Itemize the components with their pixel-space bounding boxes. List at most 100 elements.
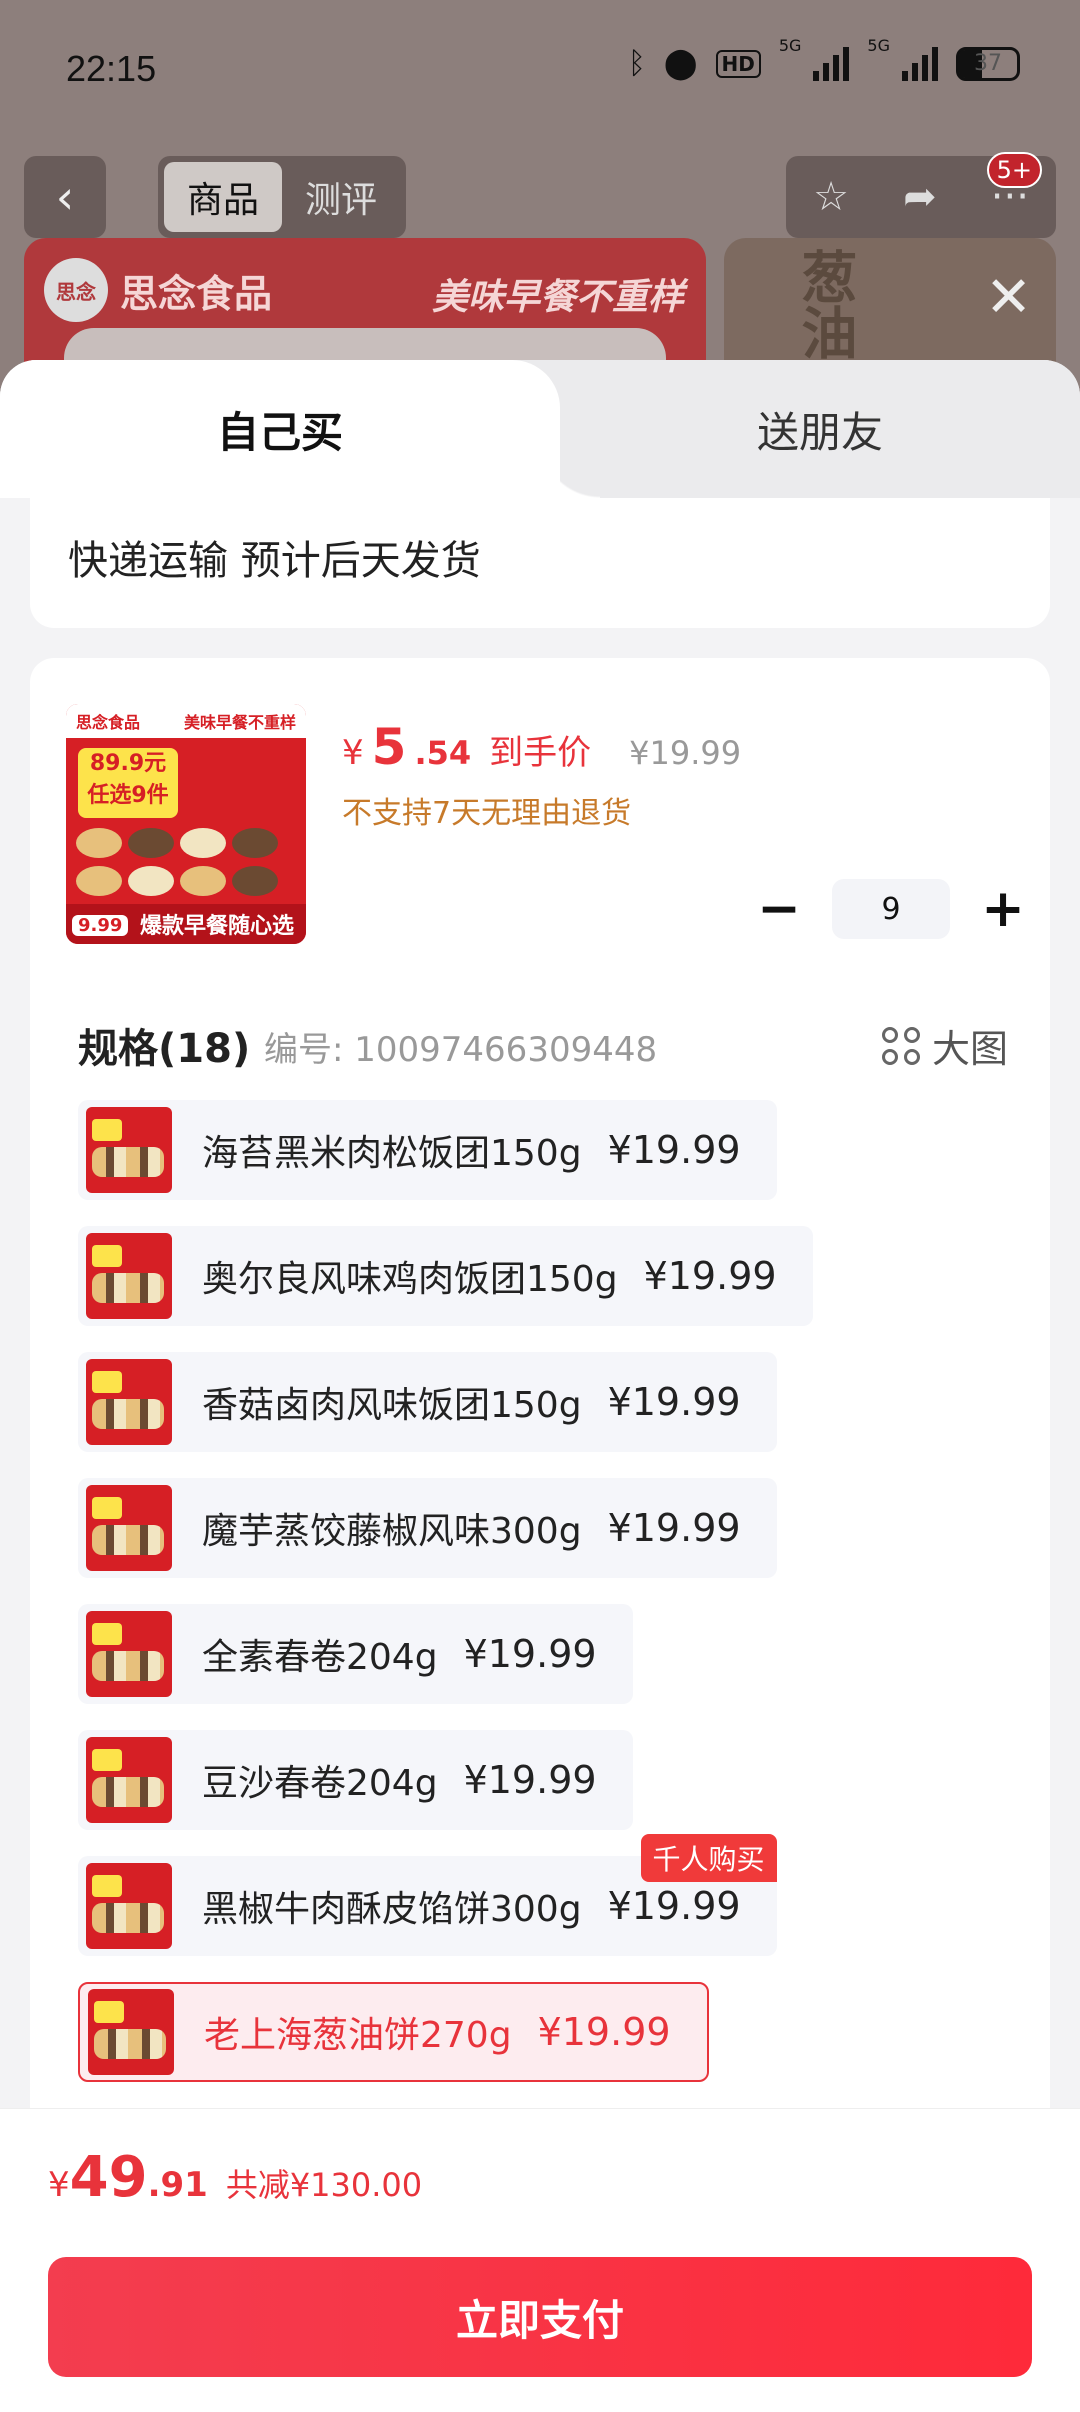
spec-price: ¥19.99 — [463, 1758, 597, 1802]
thumb-price: 9.99 — [72, 915, 129, 936]
spec-price: ¥19.99 — [607, 1884, 741, 1928]
spec-option[interactable]: 千人购买黑椒牛肉酥皮馅饼300g ¥19.99 — [78, 1834, 777, 1956]
pay-now-button[interactable]: 立即支付 — [48, 2257, 1032, 2377]
product-card: 思念食品 美味早餐不重样 89.9元 任选9件 爆款早餐随心选 9.99 ¥5.… — [30, 658, 1050, 2138]
spec-list: 海苔黑米肉松饭团150g ¥19.99 奥尔良风味鸡肉饭团150g ¥19.99 香… — [78, 1100, 1018, 2108]
spec-name: 魔芋蒸饺藤椒风味300g — [202, 1511, 582, 1552]
spec-name: 奥尔良风味鸡肉饭团150g — [202, 1259, 618, 1300]
spec-name: 香菇卤肉风味饭团150g — [202, 1385, 582, 1426]
big-image-toggle[interactable]: 大图 — [881, 1018, 1008, 1073]
side-banner-text: 葱油 — [792, 248, 857, 360]
status-time: 22:15 — [66, 48, 157, 89]
total-currency: ¥ — [48, 2165, 70, 2205]
price-line: ¥5.54 到手价 ¥19.99 — [342, 718, 741, 776]
bluetooth-icon: ᛒ — [627, 46, 646, 81]
product-thumbnail[interactable]: 思念食品 美味早餐不重样 89.9元 任选9件 爆款早餐随心选 9.99 — [66, 704, 306, 944]
spec-thumbnail — [86, 1107, 172, 1193]
spec-price: ¥19.99 — [463, 1632, 597, 1676]
brand: 思念 思念食品 — [44, 258, 272, 322]
total-integer: 49 — [69, 2145, 148, 2210]
star-icon[interactable]: ☆ — [813, 174, 849, 220]
return-policy: 不支持7天无理由退货 — [342, 796, 632, 831]
spec-option[interactable]: 香菇卤肉风味饭团150g ¥19.99 — [78, 1352, 777, 1452]
thumb-header: 思念食品 美味早餐不重样 — [66, 704, 306, 738]
grid-icon — [881, 1026, 920, 1065]
tab-product[interactable]: 商品 — [164, 162, 282, 232]
right-tools: ☆ ➦ ··· 5+ — [786, 152, 1056, 238]
notification-badge: 5+ — [986, 152, 1042, 188]
thumb-slogan: 美味早餐不重样 — [183, 713, 296, 732]
big-image-label: 大图 — [931, 1027, 1008, 1071]
price-integer: 5 — [371, 718, 407, 776]
spec-option[interactable]: 海苔黑米肉松饭团150g ¥19.99 — [78, 1100, 777, 1200]
total-saving: 共减¥130.00 — [225, 2166, 423, 2204]
spec-price: ¥19.99 — [537, 2010, 671, 2054]
minus-button[interactable]: − — [754, 879, 804, 939]
spec-price: ¥19.99 — [607, 1128, 741, 1172]
battery-level: 37 — [974, 51, 1002, 76]
price-decimal: .54 — [414, 734, 472, 772]
price-currency: ¥ — [342, 733, 364, 773]
spec-option[interactable]: 奥尔良风味鸡肉饭团150g ¥19.99 — [78, 1226, 813, 1326]
thumb-promo-line1: 89.9元 — [89, 751, 167, 776]
price-label: 到手价 — [489, 733, 592, 773]
purchase-sheet: 自己买 送朋友 快递运输 预计后天发货 思念食品 美味早餐不重样 89.9元 任… — [0, 360, 1080, 2412]
hd-icon: HD — [715, 49, 761, 78]
spec-option-selected[interactable]: 老上海葱油饼270g ¥19.99 — [78, 1982, 709, 2082]
brand-logo: 思念 — [44, 258, 108, 322]
brand-name: 思念食品 — [120, 271, 273, 316]
spec-option[interactable]: 全素春卷204g ¥19.99 — [78, 1604, 633, 1704]
spec-name: 豆沙春卷204g — [202, 1763, 438, 1804]
spec-option[interactable]: 魔芋蒸饺藤椒风味300g ¥19.99 — [78, 1478, 777, 1578]
shipping-card: 快递运输 预计后天发货 — [30, 498, 1050, 628]
spec-thumbnail — [86, 1863, 172, 1949]
spec-price: ¥19.99 — [607, 1380, 741, 1424]
status-bar: 22:15 ᛒ ⬤ HD 5G 5G 37 — [0, 0, 1080, 140]
quantity-stepper: − 9 + — [754, 878, 1028, 940]
checkout-bar: ¥49.91 共减¥130.00 立即支付 — [0, 2108, 1080, 2412]
close-icon[interactable]: ✕ — [985, 270, 1032, 326]
shipping-text: 快递运输 预计后天发货 — [68, 538, 481, 584]
original-price: ¥19.99 — [629, 734, 742, 772]
thumb-foods — [76, 828, 296, 898]
spec-price: ¥19.99 — [607, 1506, 741, 1550]
spec-price: ¥19.99 — [643, 1254, 777, 1298]
tab-gift-friend[interactable]: 送朋友 — [560, 360, 1080, 498]
thumb-promo-line2: 任选9件 — [87, 783, 169, 808]
spec-name: 海苔黑米肉松饭团150g — [202, 1133, 582, 1174]
popular-tag: 千人购买 — [640, 1834, 777, 1882]
signal-icon — [813, 46, 850, 81]
total-decimal: .91 — [147, 2165, 208, 2205]
spec-thumbnail — [86, 1485, 172, 1571]
quantity-input[interactable]: 9 — [832, 879, 950, 939]
chevron-left-icon: ‹ — [55, 170, 75, 224]
top-tabs: 商品 测评 — [158, 156, 406, 238]
spec-thumbnail — [86, 1611, 172, 1697]
signal-icon-2 — [902, 46, 938, 81]
spec-header: 规格(18) 编号: 10097466309448 大图 — [78, 1012, 1008, 1072]
plus-button[interactable]: + — [978, 879, 1028, 939]
battery-icon: 37 — [956, 46, 1020, 81]
back-button[interactable]: ‹ — [24, 156, 106, 238]
tab-buy-self[interactable]: 自己买 — [0, 360, 600, 498]
purchase-tabs: 自己买 送朋友 — [0, 360, 1080, 498]
tab-review[interactable]: 测评 — [282, 162, 400, 232]
spec-name: 全素春卷204g — [202, 1637, 438, 1678]
spec-code: 编号: 10097466309448 — [264, 1030, 658, 1070]
background-page: 22:15 ᛒ ⬤ HD 5G 5G 37 ‹ 商品 测评 ☆ ➦ ··· 5+… — [0, 0, 1080, 438]
banner-slogan: 美味早餐不重样 — [431, 277, 684, 318]
share-icon[interactable]: ➦ — [903, 174, 937, 220]
thumb-promo: 89.9元 任选9件 — [78, 748, 178, 818]
spec-thumbnail — [86, 1359, 172, 1445]
status-icons: ᛒ ⬤ HD 5G 5G 37 — [627, 36, 1020, 81]
spec-title: 规格(18) — [78, 1026, 251, 1072]
spec-option[interactable]: 豆沙春卷204g ¥19.99 — [78, 1730, 633, 1830]
signal-label-1: 5G — [778, 36, 802, 55]
spec-name: 黑椒牛肉酥皮馅饼300g — [202, 1889, 582, 1930]
location-icon: ⬤ — [663, 46, 698, 81]
spec-thumbnail — [86, 1737, 172, 1823]
thumb-brand: 思念食品 — [76, 713, 141, 732]
signal-label-2: 5G — [867, 36, 890, 55]
spec-name: 老上海葱油饼270g — [204, 2015, 512, 2056]
spec-thumbnail — [88, 1989, 174, 2075]
